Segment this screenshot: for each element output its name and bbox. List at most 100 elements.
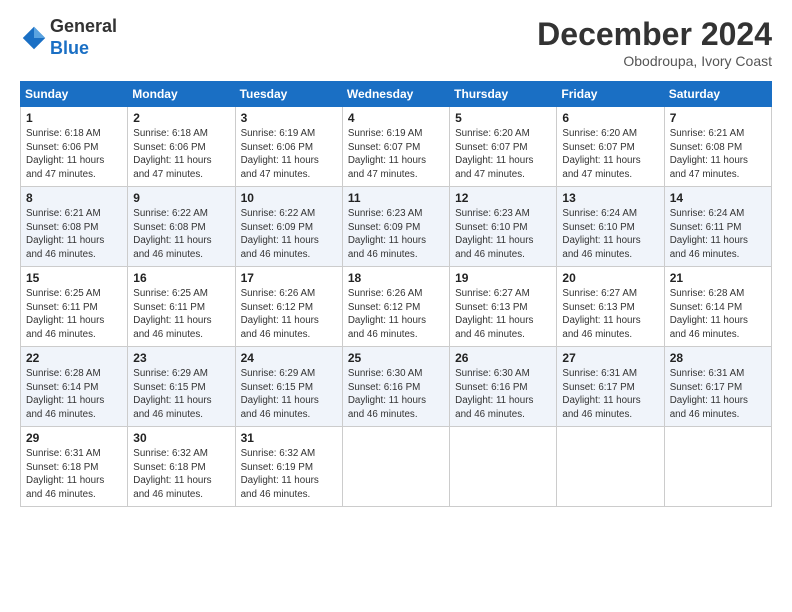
day-info: Sunrise: 6:20 AM Sunset: 6:07 PM Dayligh… [455, 127, 551, 182]
calendar-week-row: 1 Sunrise: 6:18 AM Sunset: 6:06 PM Daylig… [21, 107, 772, 187]
day-number: 31 [241, 431, 337, 445]
calendar-cell: 4Sunrise: 6:19 AM Sunset: 6:07 PM Daylig… [342, 107, 449, 187]
day-info: Sunrise: 6:22 AM Sunset: 6:08 PM Dayligh… [133, 207, 229, 262]
calendar-cell: 21Sunrise: 6:28 AM Sunset: 6:14 PM Dayli… [664, 267, 771, 347]
weekday-header: Friday [557, 82, 664, 107]
day-info: Sunrise: 6:29 AM Sunset: 6:15 PM Dayligh… [133, 367, 229, 422]
logo-text: General Blue [50, 16, 117, 59]
calendar-cell [450, 427, 557, 507]
day-info: Sunrise: 6:24 AM Sunset: 6:10 PM Dayligh… [562, 207, 658, 262]
day-number: 27 [562, 351, 658, 365]
calendar-cell: 15 Sunrise: 6:25 AM Sunset: 6:11 PM Dayli… [21, 267, 128, 347]
calendar-cell: 25 Sunrise: 6:30 AM Sunset: 6:16 PM Dayli… [342, 347, 449, 427]
calendar-cell: 13Sunrise: 6:24 AM Sunset: 6:10 PM Dayli… [557, 187, 664, 267]
day-info: Sunrise: 6:25 AM Sunset: 6:11 PM Dayligh… [26, 287, 122, 342]
calendar-table: SundayMondayTuesdayWednesdayThursdayFrid… [20, 81, 772, 507]
calendar-cell: 7Sunrise: 6:21 AM Sunset: 6:08 PM Daylig… [664, 107, 771, 187]
weekday-header: Thursday [450, 82, 557, 107]
weekday-header-row: SundayMondayTuesdayWednesdayThursdayFrid… [21, 82, 772, 107]
day-info: Sunrise: 6:28 AM Sunset: 6:14 PM Dayligh… [670, 287, 766, 342]
weekday-header: Saturday [664, 82, 771, 107]
header: General Blue December 2024 Obodroupa, Iv… [20, 16, 772, 69]
day-number: 25 [348, 351, 444, 365]
calendar-cell: 23 Sunrise: 6:29 AM Sunset: 6:15 PM Dayli… [128, 347, 235, 427]
day-info: Sunrise: 6:31 AM Sunset: 6:18 PM Dayligh… [26, 447, 122, 502]
day-info: Sunrise: 6:31 AM Sunset: 6:17 PM Dayligh… [670, 367, 766, 422]
day-number: 12 [455, 191, 551, 205]
logo: General Blue [20, 16, 117, 59]
month-title: December 2024 [537, 16, 772, 53]
calendar-cell: 22Sunrise: 6:28 AM Sunset: 6:14 PM Dayli… [21, 347, 128, 427]
calendar-cell [342, 427, 449, 507]
day-info: Sunrise: 6:30 AM Sunset: 6:16 PM Dayligh… [348, 367, 444, 422]
day-number: 9 [133, 191, 229, 205]
logo-icon [20, 24, 48, 52]
calendar-cell [557, 427, 664, 507]
day-info: Sunrise: 6:23 AM Sunset: 6:10 PM Dayligh… [455, 207, 551, 262]
calendar-week-row: 8Sunrise: 6:21 AM Sunset: 6:08 PM Daylig… [21, 187, 772, 267]
calendar-week-row: 29 Sunrise: 6:31 AM Sunset: 6:18 PM Dayli… [21, 427, 772, 507]
day-info: Sunrise: 6:18 AM Sunset: 6:06 PM Dayligh… [26, 127, 122, 182]
day-number: 29 [26, 431, 122, 445]
calendar-cell: 30 Sunrise: 6:32 AM Sunset: 6:18 PM Dayli… [128, 427, 235, 507]
day-info: Sunrise: 6:30 AM Sunset: 6:16 PM Dayligh… [455, 367, 551, 422]
day-number: 20 [562, 271, 658, 285]
calendar-cell: 18 Sunrise: 6:26 AM Sunset: 6:12 PM Dayli… [342, 267, 449, 347]
calendar-cell: 19Sunrise: 6:27 AM Sunset: 6:13 PM Dayli… [450, 267, 557, 347]
calendar-cell: 10 Sunrise: 6:22 AM Sunset: 6:09 PM Dayli… [235, 187, 342, 267]
weekday-header: Wednesday [342, 82, 449, 107]
day-info: Sunrise: 6:19 AM Sunset: 6:07 PM Dayligh… [348, 127, 444, 182]
day-number: 30 [133, 431, 229, 445]
calendar-cell: 8Sunrise: 6:21 AM Sunset: 6:08 PM Daylig… [21, 187, 128, 267]
calendar-cell: 1 Sunrise: 6:18 AM Sunset: 6:06 PM Daylig… [21, 107, 128, 187]
calendar-cell: 3 Sunrise: 6:19 AM Sunset: 6:06 PM Daylig… [235, 107, 342, 187]
calendar-cell: 12 Sunrise: 6:23 AM Sunset: 6:10 PM Dayli… [450, 187, 557, 267]
day-number: 24 [241, 351, 337, 365]
location: Obodroupa, Ivory Coast [537, 53, 772, 69]
day-number: 23 [133, 351, 229, 365]
calendar-cell: 9 Sunrise: 6:22 AM Sunset: 6:08 PM Daylig… [128, 187, 235, 267]
day-number: 11 [348, 191, 444, 205]
calendar-cell: 14Sunrise: 6:24 AM Sunset: 6:11 PM Dayli… [664, 187, 771, 267]
day-number: 22 [26, 351, 122, 365]
calendar-cell: 17 Sunrise: 6:26 AM Sunset: 6:12 PM Dayli… [235, 267, 342, 347]
calendar-cell: 31 Sunrise: 6:32 AM Sunset: 6:19 PM Dayli… [235, 427, 342, 507]
day-number: 28 [670, 351, 766, 365]
calendar-cell [664, 427, 771, 507]
day-info: Sunrise: 6:18 AM Sunset: 6:06 PM Dayligh… [133, 127, 229, 182]
day-number: 1 [26, 111, 122, 125]
day-info: Sunrise: 6:26 AM Sunset: 6:12 PM Dayligh… [348, 287, 444, 342]
calendar-cell: 27Sunrise: 6:31 AM Sunset: 6:17 PM Dayli… [557, 347, 664, 427]
day-number: 26 [455, 351, 551, 365]
day-info: Sunrise: 6:20 AM Sunset: 6:07 PM Dayligh… [562, 127, 658, 182]
day-info: Sunrise: 6:32 AM Sunset: 6:19 PM Dayligh… [241, 447, 337, 502]
day-number: 15 [26, 271, 122, 285]
calendar-cell: 11 Sunrise: 6:23 AM Sunset: 6:09 PM Dayli… [342, 187, 449, 267]
day-number: 16 [133, 271, 229, 285]
day-number: 3 [241, 111, 337, 125]
logo-blue: Blue [50, 38, 89, 58]
day-number: 10 [241, 191, 337, 205]
calendar-week-row: 22Sunrise: 6:28 AM Sunset: 6:14 PM Dayli… [21, 347, 772, 427]
calendar-cell: 5 Sunrise: 6:20 AM Sunset: 6:07 PM Daylig… [450, 107, 557, 187]
weekday-header: Monday [128, 82, 235, 107]
day-number: 5 [455, 111, 551, 125]
calendar-cell: 20Sunrise: 6:27 AM Sunset: 6:13 PM Dayli… [557, 267, 664, 347]
day-info: Sunrise: 6:19 AM Sunset: 6:06 PM Dayligh… [241, 127, 337, 182]
calendar-cell: 6 Sunrise: 6:20 AM Sunset: 6:07 PM Daylig… [557, 107, 664, 187]
calendar-cell: 16Sunrise: 6:25 AM Sunset: 6:11 PM Dayli… [128, 267, 235, 347]
day-info: Sunrise: 6:32 AM Sunset: 6:18 PM Dayligh… [133, 447, 229, 502]
title-block: December 2024 Obodroupa, Ivory Coast [537, 16, 772, 69]
day-info: Sunrise: 6:27 AM Sunset: 6:13 PM Dayligh… [455, 287, 551, 342]
weekday-header: Sunday [21, 82, 128, 107]
day-number: 17 [241, 271, 337, 285]
calendar-cell: 29 Sunrise: 6:31 AM Sunset: 6:18 PM Dayli… [21, 427, 128, 507]
day-info: Sunrise: 6:23 AM Sunset: 6:09 PM Dayligh… [348, 207, 444, 262]
day-info: Sunrise: 6:26 AM Sunset: 6:12 PM Dayligh… [241, 287, 337, 342]
logo-general: General [50, 16, 117, 36]
day-info: Sunrise: 6:22 AM Sunset: 6:09 PM Dayligh… [241, 207, 337, 262]
weekday-header: Tuesday [235, 82, 342, 107]
calendar-week-row: 15 Sunrise: 6:25 AM Sunset: 6:11 PM Dayli… [21, 267, 772, 347]
day-number: 6 [562, 111, 658, 125]
day-number: 18 [348, 271, 444, 285]
